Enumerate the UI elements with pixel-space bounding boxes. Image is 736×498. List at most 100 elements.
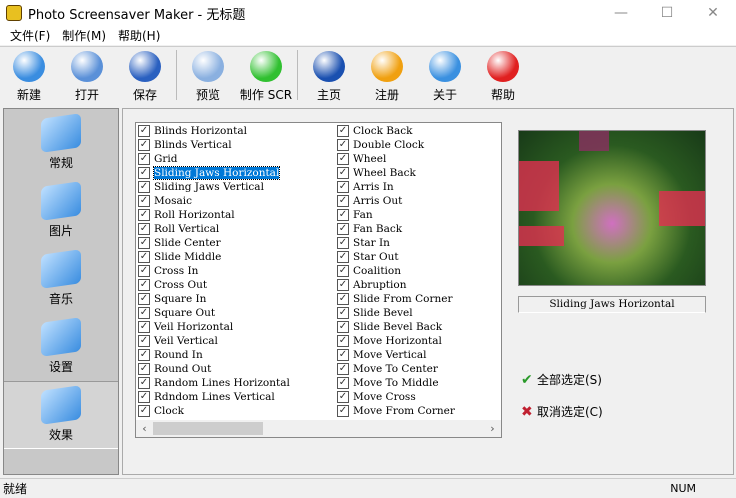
checkbox[interactable]: ✓ [138, 293, 150, 305]
effect-item[interactable]: ✓ Blinds Horizontal [138, 124, 290, 138]
select-all-button[interactable]: ✔ 全部选定(S) [521, 371, 602, 388]
effect-item[interactable]: ✓ Coalition [337, 264, 455, 278]
checkbox[interactable]: ✓ [337, 335, 349, 347]
checkbox[interactable]: ✓ [138, 195, 150, 207]
checkbox[interactable]: ✓ [337, 363, 349, 375]
checkbox[interactable]: ✓ [337, 321, 349, 333]
effect-item[interactable]: ✓ Slide Bevel Back [337, 320, 455, 334]
scroll-left-icon[interactable]: ‹ [136, 422, 153, 435]
toolbar-button-5[interactable]: 主页 [300, 47, 358, 103]
checkbox[interactable]: ✓ [337, 251, 349, 263]
checkbox[interactable]: ✓ [138, 167, 150, 179]
toolbar-button-4[interactable]: 制作 SCR [237, 47, 295, 103]
effect-item[interactable]: ✓ Move Cross [337, 390, 455, 404]
effect-item[interactable]: ✓ Slide Bevel [337, 306, 455, 320]
effect-item[interactable]: ✓ Round Out [138, 362, 290, 376]
checkbox[interactable]: ✓ [337, 167, 349, 179]
checkbox[interactable]: ✓ [337, 209, 349, 221]
checkbox[interactable]: ✓ [138, 377, 150, 389]
sidebar-item-1[interactable]: 图片 [4, 177, 118, 245]
effect-item[interactable]: ✓ Slide Center [138, 236, 290, 250]
horizontal-scrollbar[interactable]: ‹ › [136, 420, 501, 437]
effect-item[interactable]: ✓ Grid [138, 152, 290, 166]
checkbox[interactable]: ✓ [337, 349, 349, 361]
effect-item[interactable]: ✓ Move To Center [337, 362, 455, 376]
checkbox[interactable]: ✓ [337, 181, 349, 193]
sidebar-item-2[interactable]: 音乐 [4, 245, 118, 313]
effect-item[interactable]: ✓ Move Vertical [337, 348, 455, 362]
checkbox[interactable]: ✓ [138, 335, 150, 347]
effect-item[interactable]: ✓ Move To Middle [337, 376, 455, 390]
effect-item[interactable]: ✓ Roll Horizontal [138, 208, 290, 222]
checkbox[interactable]: ✓ [138, 321, 150, 333]
toolbar-button-6[interactable]: 注册 [358, 47, 416, 103]
effect-item[interactable]: ✓ Random Lines Horizontal [138, 376, 290, 390]
checkbox[interactable]: ✓ [337, 377, 349, 389]
effect-item[interactable]: ✓ Clock [138, 404, 290, 418]
checkbox[interactable]: ✓ [138, 279, 150, 291]
toolbar-button-0[interactable]: 新建 [0, 47, 58, 103]
effect-item[interactable]: ✓ Clock Back [337, 124, 455, 138]
checkbox[interactable]: ✓ [337, 405, 349, 417]
checkbox[interactable]: ✓ [138, 153, 150, 165]
effect-item[interactable]: ✓ Blinds Vertical [138, 138, 290, 152]
toolbar-button-3[interactable]: 预览 [179, 47, 237, 103]
checkbox[interactable]: ✓ [138, 181, 150, 193]
toolbar-button-2[interactable]: 保存 [116, 47, 174, 103]
maximize-button[interactable]: ☐ [644, 0, 690, 26]
toolbar-button-8[interactable]: 帮助 [474, 47, 532, 103]
sidebar-item-4[interactable]: 效果 [4, 381, 118, 449]
checkbox[interactable]: ✓ [337, 279, 349, 291]
minimize-button[interactable]: — [598, 0, 644, 26]
checkbox[interactable]: ✓ [138, 363, 150, 375]
effect-item[interactable]: ✓ Cross In [138, 264, 290, 278]
effect-item[interactable]: ✓ Slide From Corner [337, 292, 455, 306]
effect-item[interactable]: ✓ Double Clock [337, 138, 455, 152]
sidebar-item-0[interactable]: 常规 [4, 109, 118, 177]
effect-item[interactable]: ✓ Arris In [337, 180, 455, 194]
toolbar-button-1[interactable]: 打开 [58, 47, 116, 103]
effect-item[interactable]: ✓ Star Out [337, 250, 455, 264]
effect-item[interactable]: ✓ Arris Out [337, 194, 455, 208]
effect-item[interactable]: ✓ Sliding Jaws Vertical [138, 180, 290, 194]
effect-item[interactable]: ✓ Veil Vertical [138, 334, 290, 348]
effect-item[interactable]: ✓ Abruption [337, 278, 455, 292]
effect-item[interactable]: ✓ Wheel Back [337, 166, 455, 180]
effect-item[interactable]: ✓ Wheel [337, 152, 455, 166]
checkbox[interactable]: ✓ [337, 139, 349, 151]
checkbox[interactable]: ✓ [337, 391, 349, 403]
toolbar-button-7[interactable]: 关于 [416, 47, 474, 103]
checkbox[interactable]: ✓ [337, 153, 349, 165]
checkbox[interactable]: ✓ [337, 307, 349, 319]
checkbox[interactable]: ✓ [138, 209, 150, 221]
checkbox[interactable]: ✓ [337, 223, 349, 235]
checkbox[interactable]: ✓ [337, 293, 349, 305]
checkbox[interactable]: ✓ [138, 349, 150, 361]
sidebar-item-3[interactable]: 设置 [4, 313, 118, 381]
effect-item[interactable]: ✓ Roll Vertical [138, 222, 290, 236]
checkbox[interactable]: ✓ [337, 125, 349, 137]
deselect-all-button[interactable]: ✖ 取消选定(C) [521, 403, 603, 420]
effect-item[interactable]: ✓ Star In [337, 236, 455, 250]
effect-item[interactable]: ✓ Fan [337, 208, 455, 222]
checkbox[interactable]: ✓ [337, 265, 349, 277]
effect-item[interactable]: ✓ Round In [138, 348, 290, 362]
menu-help[interactable]: 帮助(H) [112, 27, 166, 44]
effect-item[interactable]: ✓ Fan Back [337, 222, 455, 236]
menu-file[interactable]: 文件(F) [4, 27, 56, 44]
checkbox[interactable]: ✓ [138, 139, 150, 151]
effects-list[interactable]: ✓ Blinds Horizontal ✓ Blinds Vertical ✓ Grid ✓… [135, 122, 502, 438]
effect-item[interactable]: ✓ Move From Corner [337, 404, 455, 418]
checkbox[interactable]: ✓ [337, 195, 349, 207]
effect-item[interactable]: ✓ Rdndom Lines Vertical [138, 390, 290, 404]
effect-item[interactable]: ✓ Mosaic [138, 194, 290, 208]
menu-make[interactable]: 制作(M) [56, 27, 112, 44]
checkbox[interactable]: ✓ [138, 265, 150, 277]
effect-item[interactable]: ✓ Square In [138, 292, 290, 306]
scroll-right-icon[interactable]: › [484, 422, 501, 435]
checkbox[interactable]: ✓ [138, 125, 150, 137]
checkbox[interactable]: ✓ [138, 307, 150, 319]
effect-item[interactable]: ✓ Veil Horizontal [138, 320, 290, 334]
close-button[interactable]: ✕ [690, 0, 736, 26]
checkbox[interactable]: ✓ [138, 237, 150, 249]
